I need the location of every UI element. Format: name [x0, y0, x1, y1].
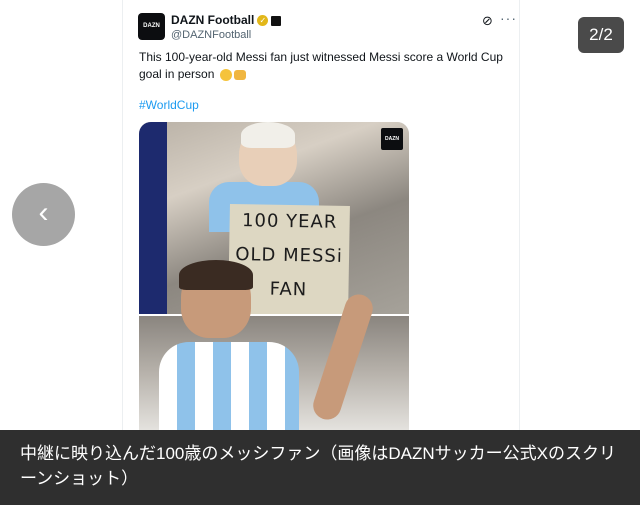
player-jersey [159, 342, 299, 430]
verified-badge-icon: ✓ [257, 15, 269, 27]
image-caption: 中継に映り込んだ100歳のメッシファン（画像はDAZNサッカー公式Xのスクリーン… [20, 444, 616, 488]
author-avatar[interactable]: DAZN [138, 13, 165, 40]
tweet-photo[interactable]: 100 YEAR OLD MESSi FAN DAZN [139, 122, 409, 430]
tweet-text-body: This 100-year-old Messi fan just witness… [139, 50, 503, 81]
hashtag-link[interactable]: #WorldCup [139, 98, 199, 112]
author-name[interactable]: DAZN Football ✓ [171, 13, 282, 27]
image-counter: 2/2 [578, 17, 624, 53]
more-options-icon[interactable]: ··· [500, 10, 517, 26]
moved-face-emoji-icon [219, 68, 232, 81]
dazn-watermark: DAZN [381, 128, 403, 150]
sign-line-1: 100 YEAR [241, 210, 338, 233]
author-name-text[interactable]: DAZN Football [171, 13, 254, 27]
player-hair [179, 260, 253, 290]
photo-side-fan [139, 122, 167, 314]
photo-fan-hair [241, 122, 295, 148]
affiliate-badge-icon [271, 15, 282, 26]
chevron-left-icon[interactable]: ‹ [12, 183, 75, 246]
sparkles-emoji-icon [233, 69, 246, 80]
tweet-text: This 100-year-old Messi fan just witness… [139, 49, 509, 83]
author-handle[interactable]: @DAZNFootball [171, 29, 251, 41]
grok-icon[interactable]: ⊘ [482, 13, 493, 29]
